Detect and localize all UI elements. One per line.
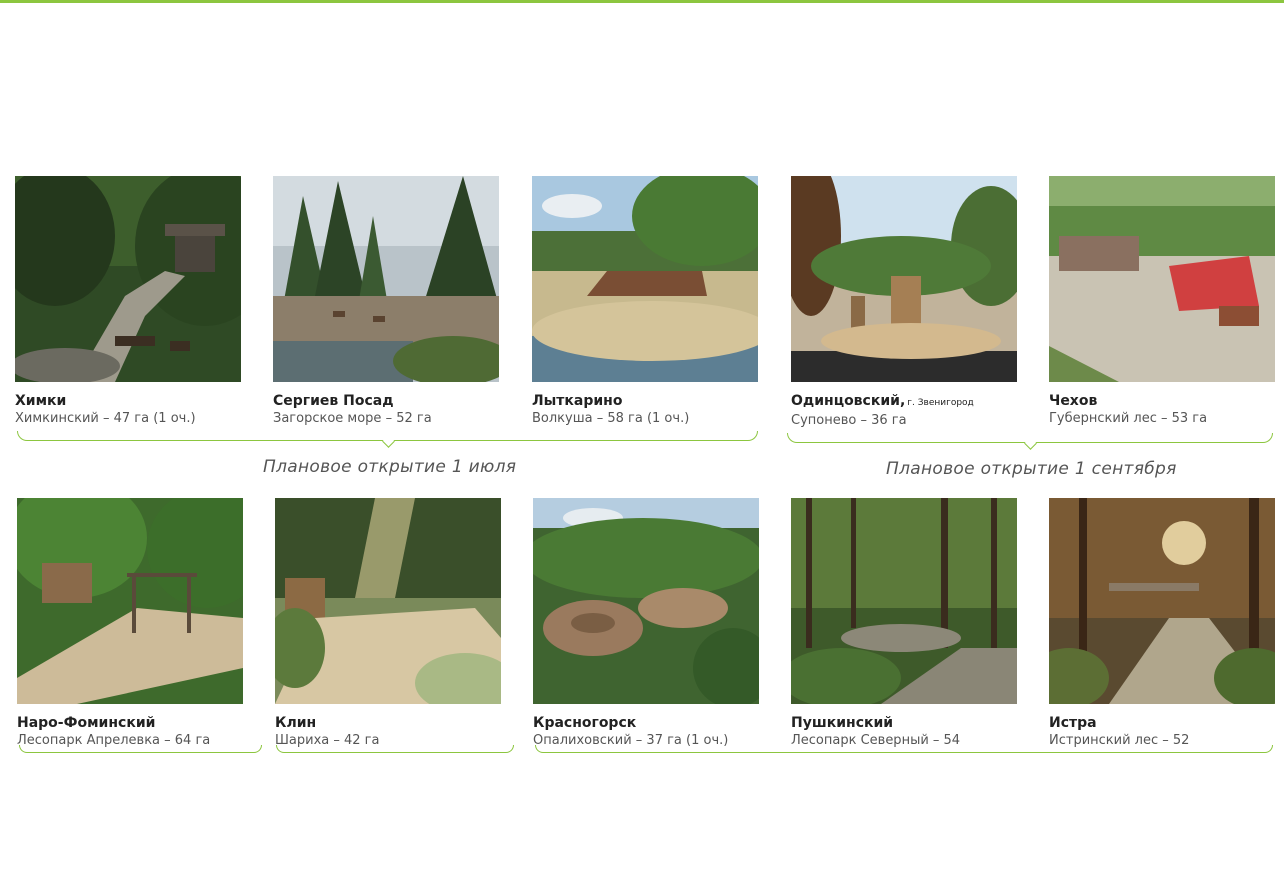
- park-card-sergiev-posad[interactable]: Сергиев Посад Загорское море – 52 га: [273, 176, 499, 428]
- park-name: Химкинский – 47 га (1 оч.): [15, 411, 196, 426]
- underline-klin: [276, 745, 514, 753]
- park-city: Сергиев Посад: [273, 393, 394, 409]
- park-name: Загорское море – 52 га: [273, 411, 432, 426]
- park-card-naro-fominsky[interactable]: Наро-Фоминский Лесопарк Апрелевка – 64 г…: [17, 498, 243, 750]
- park-card-pushkinsky[interactable]: Пушкинский Лесопарк Северный – 54: [791, 498, 1017, 750]
- park-photo: [273, 176, 499, 382]
- park-photo: [275, 498, 501, 704]
- bracket-notch: [382, 435, 395, 448]
- opening-september-label: Плановое открытие 1 сентября: [886, 459, 1177, 479]
- park-card-krasnogorsk[interactable]: Красногорск Опалиховский – 37 га (1 оч.): [533, 498, 759, 750]
- park-city: Красногорск: [533, 715, 637, 731]
- park-photo: [1049, 176, 1275, 382]
- park-photo: [791, 176, 1017, 382]
- park-city: Лыткарино: [532, 393, 623, 409]
- top-border: [0, 0, 1284, 3]
- park-city: Наро-Фоминский: [17, 715, 156, 731]
- park-photo: [532, 176, 758, 382]
- park-card-chekhov[interactable]: Чехов Губернский лес – 53 га: [1049, 176, 1275, 428]
- park-name: Супонево – 36 га: [791, 413, 907, 428]
- park-city: Истра: [1049, 715, 1097, 731]
- park-city: Пушкинский: [791, 715, 894, 731]
- park-name: Губернский лес – 53 га: [1049, 411, 1208, 426]
- underline-naro-fominsky: [19, 745, 262, 753]
- park-photo: [533, 498, 759, 704]
- park-card-lytkarino[interactable]: Лыткарино Волкуша – 58 га (1 оч.): [532, 176, 758, 428]
- park-photo: [791, 498, 1017, 704]
- park-city: Одинцовский, г. Звенигород: [791, 393, 974, 409]
- park-card-istra[interactable]: Истра Истринский лес – 52: [1049, 498, 1275, 750]
- park-city: Чехов: [1049, 393, 1098, 409]
- park-card-klin[interactable]: Клин Шариха – 42 га: [275, 498, 501, 750]
- park-card-odintsovsky[interactable]: Одинцовский, г. Звенигород Супонево – 36 …: [791, 176, 1017, 430]
- park-city: Химки: [15, 393, 67, 409]
- park-card-khimki[interactable]: Химки Химкинский – 47 га (1 оч.): [15, 176, 241, 428]
- park-photo: [1049, 498, 1275, 704]
- park-city: Клин: [275, 715, 317, 731]
- park-photo: [17, 498, 243, 704]
- opening-july-label: Плановое открытие 1 июля: [263, 457, 517, 477]
- bracket-july: [17, 431, 758, 448]
- park-name: Волкуша – 58 га (1 оч.): [532, 411, 690, 426]
- bracket-september: [787, 433, 1273, 450]
- park-photo: [15, 176, 241, 382]
- bracket-notch: [1024, 437, 1037, 450]
- underline-group-3: [535, 745, 1273, 753]
